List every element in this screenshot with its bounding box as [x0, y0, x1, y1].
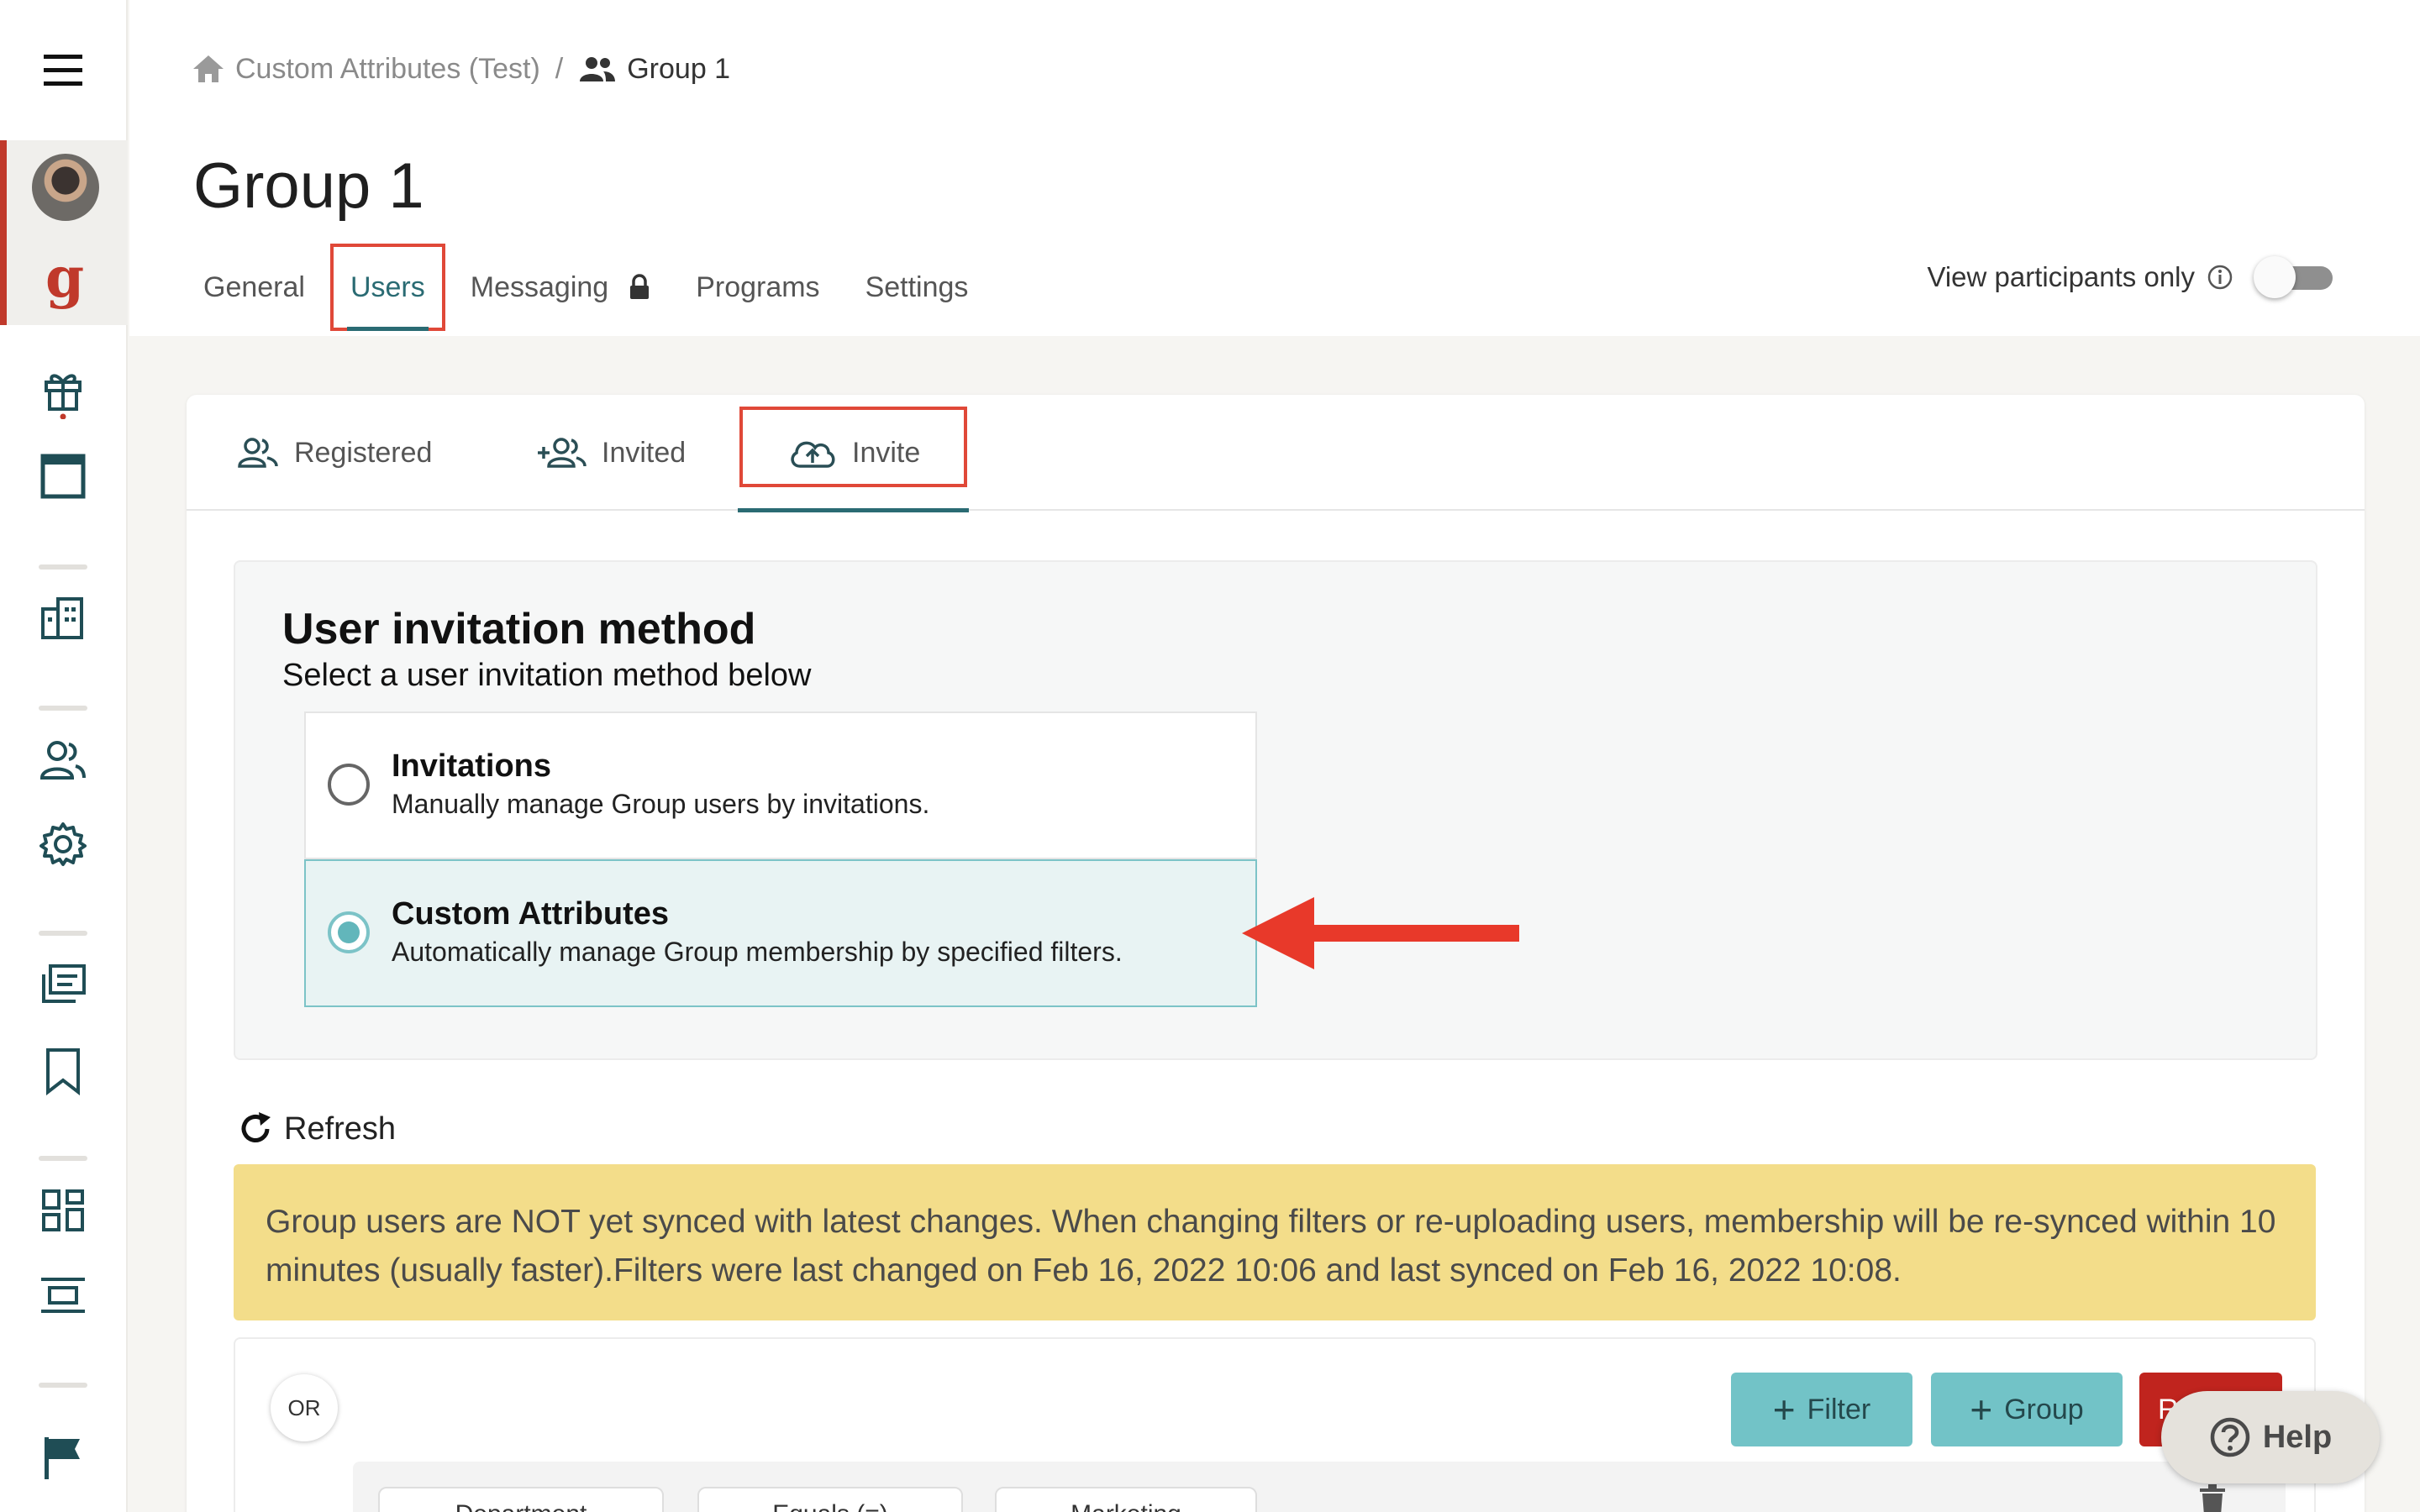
option-title: Custom Attributes	[392, 896, 670, 932]
users-icon[interactable]	[32, 729, 94, 791]
filter-row: Department Equals (=) Marketing	[353, 1462, 2286, 1512]
filter-panel: OR +Filter +Group R Department Equals (=…	[234, 1337, 2316, 1512]
group-icon	[580, 57, 616, 81]
tab-programs[interactable]: Programs	[686, 260, 829, 314]
subtab-invite[interactable]: Invite	[737, 395, 970, 512]
invited-users-icon	[538, 438, 587, 468]
layout-icon[interactable]	[32, 1265, 94, 1327]
help-icon	[2210, 1417, 2250, 1457]
subtab-label: Registered	[294, 436, 433, 469]
button-label: Group	[2004, 1393, 2084, 1425]
option-description: Automatically manage Group membership by…	[392, 937, 1123, 967]
radio-custom-attributes[interactable]	[328, 911, 370, 953]
brand-logo-icon[interactable]: g	[45, 248, 84, 307]
view-participants-control: View participants only	[1927, 256, 2333, 298]
view-participants-toggle[interactable]	[2254, 256, 2333, 298]
tab-label: Settings	[865, 270, 969, 303]
home-icon	[193, 55, 224, 82]
option-description: Manually manage Group users by invitatio…	[392, 789, 930, 819]
add-filter-button[interactable]: + Filter	[1731, 1373, 1912, 1446]
tab-label: Messaging	[470, 270, 609, 303]
highlight-box	[739, 407, 968, 487]
subtab-label: Invited	[602, 436, 687, 469]
buildings-icon[interactable]	[32, 588, 94, 650]
or-toggle[interactable]: OR	[271, 1374, 338, 1441]
left-rail: g	[0, 0, 128, 1512]
operator-select[interactable]: Equals (=)	[697, 1487, 963, 1512]
add-group-button[interactable]: + Group	[1931, 1373, 2123, 1446]
invitation-method-title: User invitation method	[282, 605, 756, 654]
flag-icon[interactable]	[32, 1426, 94, 1488]
invitation-method-panel: User invitation method Select a user inv…	[234, 560, 2317, 1060]
gift-icon[interactable]	[32, 363, 94, 425]
rail-divider	[39, 564, 87, 570]
toggle-knob	[2254, 256, 2296, 298]
radio-invitations[interactable]	[328, 764, 370, 806]
help-button[interactable]: Help	[2161, 1391, 2380, 1483]
invitation-method-subtitle: Select a user invitation method below	[282, 658, 812, 693]
rail-divider	[39, 706, 87, 711]
plus-icon: +	[1772, 1388, 1796, 1431]
help-label: Help	[2262, 1419, 2333, 1455]
breadcrumb: Custom Attributes (Test) / Group 1	[192, 49, 730, 89]
calendar-icon[interactable]	[32, 445, 94, 507]
breadcrumb-home-link[interactable]: Custom Attributes (Test)	[235, 53, 540, 86]
tab-label: General	[203, 270, 305, 303]
value-select[interactable]: Marketing	[995, 1487, 1257, 1512]
info-icon[interactable]	[2207, 264, 2233, 291]
group-tabs: General Users Messaging Programs Setting…	[193, 244, 1003, 336]
refresh-button[interactable]: Refresh	[237, 1110, 396, 1147]
sync-warning-banner: Group users are NOT yet synced with late…	[234, 1164, 2316, 1320]
library-icon[interactable]	[32, 954, 94, 1016]
refresh-icon	[241, 1112, 271, 1142]
tab-settings[interactable]: Settings	[855, 260, 979, 314]
highlight-box	[329, 244, 445, 331]
refresh-label: Refresh	[284, 1110, 397, 1147]
option-invitations[interactable]: Invitations Manually manage Group users …	[304, 711, 1257, 859]
page-title: Group 1	[193, 150, 424, 222]
tab-general[interactable]: General	[193, 260, 315, 314]
subtab-invited[interactable]: Invited	[536, 395, 686, 511]
subtab-registered[interactable]: Registered	[237, 395, 432, 511]
tab-messaging[interactable]: Messaging	[460, 260, 660, 314]
bookmark-icon[interactable]	[32, 1040, 94, 1102]
avatar[interactable]	[32, 154, 99, 221]
user-subtabs: Registered Invited Invite	[187, 395, 2365, 512]
button-label: Filter	[1807, 1393, 1871, 1425]
rail-divider	[39, 931, 87, 936]
rail-divider	[39, 1383, 87, 1388]
tab-label: Programs	[696, 270, 820, 303]
rail-divider	[39, 1156, 87, 1161]
lock-icon	[630, 274, 650, 299]
view-participants-label: View participants only	[1927, 261, 2195, 292]
breadcrumb-current: Group 1	[627, 52, 731, 85]
dashboard-icon[interactable]	[32, 1179, 94, 1242]
option-title: Invitations	[392, 748, 552, 784]
plus-icon: +	[1970, 1388, 1993, 1431]
trash-icon[interactable]	[2198, 1483, 2227, 1512]
annotation-arrow-icon	[1242, 897, 1519, 969]
registered-users-icon	[238, 438, 278, 468]
hamburger-menu-icon[interactable]	[32, 39, 94, 101]
breadcrumb-separator: /	[555, 52, 564, 85]
tab-users[interactable]: Users	[329, 244, 445, 331]
gear-icon[interactable]	[32, 813, 94, 875]
attribute-select[interactable]: Department	[378, 1487, 664, 1512]
option-custom-attributes[interactable]: Custom Attributes Automatically manage G…	[304, 859, 1257, 1007]
